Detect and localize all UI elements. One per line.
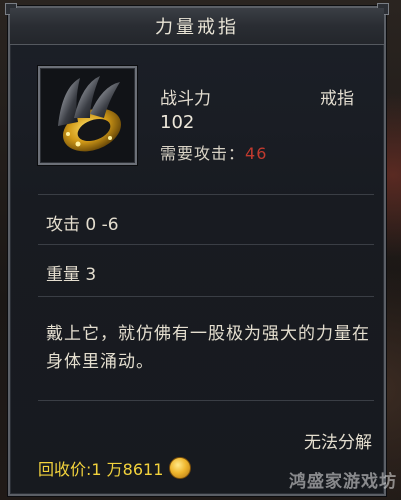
combat-power-value: 102 bbox=[160, 112, 195, 133]
item-type: 戒指 bbox=[320, 89, 354, 109]
divider bbox=[38, 244, 374, 245]
requirement-label: 需要攻击 bbox=[160, 144, 229, 163]
item-icon-frame bbox=[38, 66, 137, 165]
item-description: 戴上它，就仿佛有一股极为强大的力量在身体里涌动。 bbox=[46, 324, 370, 372]
sell-label: 回收价: bbox=[38, 460, 92, 479]
gold-coin-icon bbox=[169, 457, 192, 479]
divider bbox=[38, 194, 374, 195]
attack-stat: 攻击 0 -6 bbox=[46, 215, 119, 235]
combat-power-label: 战斗力 bbox=[160, 89, 211, 109]
disassemble-status: 无法分解 bbox=[304, 433, 372, 453]
item-name: 力量戒指 bbox=[155, 17, 239, 38]
sell-value: 1 万8611 bbox=[91, 460, 164, 479]
tooltip-title-bar: 力量戒指 bbox=[10, 8, 384, 45]
watermark: 鸿盛家游戏坊 bbox=[289, 472, 397, 492]
weight-stat: 重量 3 bbox=[46, 265, 97, 285]
requirement-value: 46 bbox=[245, 144, 268, 163]
ring-icon bbox=[58, 76, 122, 152]
item-tooltip: 力量戒指 战斗力 102 需要攻击：46 戒指 攻击 0 -6 重量 3 戴上它… bbox=[5, 3, 389, 496]
divider bbox=[38, 296, 374, 297]
requirement-separator: ： bbox=[228, 144, 246, 163]
requirement-row: 需要攻击：46 bbox=[160, 140, 267, 164]
divider bbox=[38, 400, 374, 401]
sell-price-row: 回收价: 1 万8611 bbox=[38, 456, 192, 480]
